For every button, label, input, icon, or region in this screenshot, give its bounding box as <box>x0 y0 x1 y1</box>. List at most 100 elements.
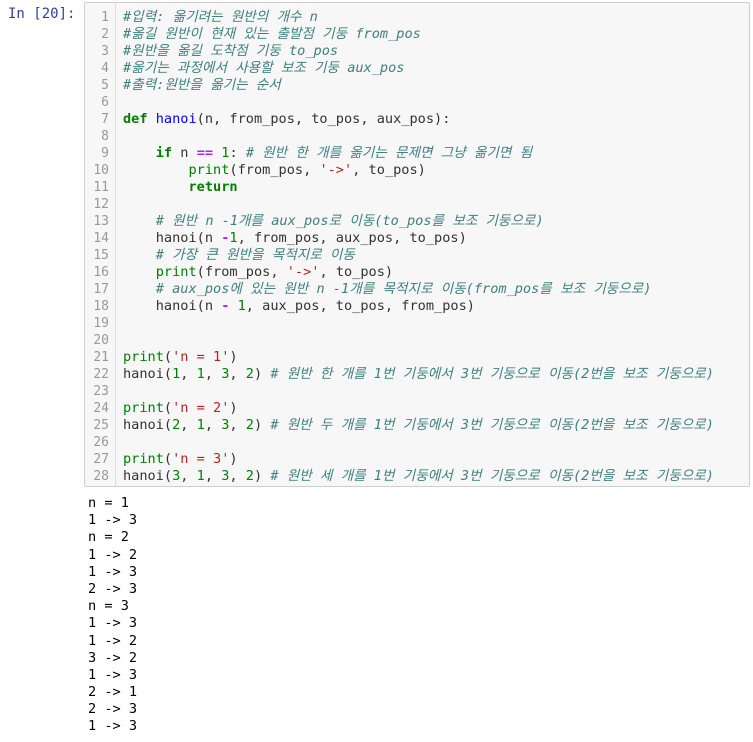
code-text: #입력: 옮기려는 원반의 개수 n <box>123 9 318 26</box>
output-line: 1 -> 3 <box>88 512 138 529</box>
line-number: 10 <box>93 163 109 178</box>
code-token: 'n = 1' <box>172 349 230 365</box>
output-line: 3 -> 2 <box>88 649 138 666</box>
code-token: 1 <box>237 298 246 314</box>
code-line[interactable]: 6 <box>85 94 749 111</box>
code-token: ) <box>229 400 238 416</box>
code-text: #옮기는 과정에서 사용할 보조 기둥 aux_pos <box>123 60 404 77</box>
code-token: hanoi(n <box>123 230 222 246</box>
line-number: 24 <box>93 401 109 416</box>
code-token: , <box>180 366 197 382</box>
code-token: 1 <box>196 468 205 484</box>
code-token: , <box>204 366 222 382</box>
output-line: 1 -> 3 <box>88 718 138 735</box>
code-line[interactable]: 2 #옮길 원반이 현재 있는 출발점 기둥 from_pos <box>85 26 749 43</box>
code-line[interactable]: 1 #입력: 옮기려는 원반의 개수 n <box>85 9 749 26</box>
code-line[interactable]: 26 <box>85 434 749 451</box>
code-line[interactable]: 25 hanoi(2, 1, 3, 2) # 원반 두 개를 1번 기둥에서 3번… <box>85 417 749 434</box>
line-number: 23 <box>93 384 109 399</box>
code-line[interactable]: 4 #옮기는 과정에서 사용할 보조 기둥 aux_pos <box>85 60 749 77</box>
code-line[interactable]: 14 hanoi(n -1, from_pos, aux_pos, to_pos… <box>85 230 749 247</box>
code-token: hanoi <box>155 111 197 127</box>
code-line[interactable]: 19 <box>85 315 749 332</box>
line-number: 13 <box>93 214 109 229</box>
code-line[interactable]: 27 print('n = 3') <box>85 451 749 468</box>
code-token: # 원반 n -1개를 aux_pos로 이동(to_pos를 보조 기둥으로) <box>155 213 544 229</box>
code-line[interactable]: 10 print(from_pos, '->', to_pos) <box>85 162 749 179</box>
output-line: n = 1 <box>88 495 129 511</box>
code-line[interactable]: 23 <box>85 383 749 400</box>
code-line[interactable]: 9 if n == 1: # 원반 한 개를 옮기는 문제면 그냥 옮기면 됨 <box>85 145 749 162</box>
code-line[interactable]: 24 print('n = 2') <box>85 400 749 417</box>
code-text: hanoi(3, 1, 3, 2) # 원반 세 개를 1번 기둥에서 3번 기… <box>123 468 714 485</box>
code-token: (from_pos, <box>196 264 287 280</box>
code-line[interactable]: 16 print(from_pos, '->', to_pos) <box>85 264 749 281</box>
code-token: ) <box>253 366 271 382</box>
code-editor[interactable]: 1 #입력: 옮기려는 원반의 개수 n 2 #옮길 원반이 현재 있는 출발점 기둥… <box>84 2 750 487</box>
code-line[interactable]: 13 # 원반 n -1개를 aux_pos로 이동(to_pos를 보조 기둥… <box>85 213 749 230</box>
code-text: # 원반 n -1개를 aux_pos로 이동(to_pos를 보조 기둥으로) <box>123 213 544 230</box>
code-token: #옮기는 과정에서 사용할 보조 기둥 aux_pos <box>123 60 405 76</box>
code-text: #원반을 옮길 도착점 기둥 to_pos <box>123 43 338 60</box>
code-line[interactable]: 18 hanoi(n - 1, aux_pos, to_pos, from_po… <box>85 298 749 315</box>
line-number: 22 <box>93 367 109 382</box>
code-token: print <box>123 400 164 416</box>
code-line[interactable]: 11 return <box>85 179 749 196</box>
code-line[interactable]: 17 # aux_pos에 있는 원반 n -1개를 목적지로 이동(from_… <box>85 281 749 298</box>
code-token: if <box>155 145 173 161</box>
code-token: hanoi( <box>123 366 173 382</box>
code-token: # 원반 한 개를 옮기는 문제면 그냥 옮기면 됨 <box>245 145 533 161</box>
code-token: print <box>155 264 197 280</box>
output-line: 1 -> 3 <box>88 615 138 632</box>
line-number: 17 <box>93 282 109 297</box>
line-number: 16 <box>93 265 109 280</box>
code-line[interactable]: 5 #출력:원반을 옮기는 순서 <box>85 77 749 94</box>
code-line[interactable]: 7 def hanoi(n, from_pos, to_pos, aux_pos)… <box>85 111 749 128</box>
code-token: , <box>229 366 246 382</box>
code-token: #옮길 원반이 현재 있는 출발점 기둥 from_pos <box>123 26 421 42</box>
code-token: 1 <box>196 366 205 382</box>
code-token: , from_pos, aux_pos, to_pos) <box>237 230 467 246</box>
code-token: # 가장 큰 원반을 목적지로 이동 <box>155 247 355 263</box>
code-token: ( <box>163 400 173 416</box>
code-line[interactable]: 12 <box>85 196 749 213</box>
code-token: print <box>123 349 164 365</box>
code-line[interactable]: 20 <box>85 332 749 349</box>
code-line[interactable]: 15 # 가장 큰 원반을 목적지로 이동 <box>85 247 749 264</box>
code-token: return <box>188 179 238 195</box>
code-token: #원반을 옮길 도착점 기둥 to_pos <box>123 43 339 59</box>
output-line: n = 3 <box>88 598 129 615</box>
code-token: def <box>123 111 148 127</box>
line-number: 11 <box>93 180 109 195</box>
code-token: , <box>229 417 246 433</box>
line-number: 3 <box>101 44 109 59</box>
code-line[interactable]: 21 print('n = 1') <box>85 349 749 366</box>
code-token: #출력:원반을 옮기는 순서 <box>123 77 281 93</box>
code-text: # 가장 큰 원반을 목적지로 이동 <box>123 247 355 264</box>
output-line: n = 2 <box>88 529 129 546</box>
code-line[interactable]: 3 #원반을 옮길 도착점 기둥 to_pos <box>85 43 749 60</box>
line-number: 27 <box>93 452 109 467</box>
code-token: (from_pos, <box>229 162 320 178</box>
line-number: 20 <box>93 333 109 348</box>
code-token: ) <box>229 451 238 467</box>
code-token: == <box>196 145 214 161</box>
code-line[interactable]: 8 <box>85 128 749 145</box>
code-text: #옮길 원반이 현재 있는 출발점 기둥 from_pos <box>123 26 421 43</box>
code-text: hanoi(2, 1, 3, 2) # 원반 두 개를 1번 기둥에서 3번 기… <box>123 417 714 434</box>
code-line[interactable]: 28 hanoi(3, 1, 3, 2) # 원반 세 개를 1번 기둥에서 3번… <box>85 468 749 485</box>
line-number: 4 <box>101 61 109 76</box>
line-number: 1 <box>101 10 109 25</box>
output-line: 1 -> 3 <box>88 563 138 580</box>
code-text: hanoi(1, 1, 3, 2) # 원반 한 개를 1번 기둥에서 3번 기… <box>123 366 714 383</box>
code-line[interactable]: 22 hanoi(1, 1, 3, 2) # 원반 한 개를 1번 기둥에서 3번… <box>85 366 749 383</box>
code-token: ) <box>253 417 271 433</box>
code-text: # aux_pos에 있는 원반 n -1개를 목적지로 이동(from_pos… <box>123 281 652 298</box>
